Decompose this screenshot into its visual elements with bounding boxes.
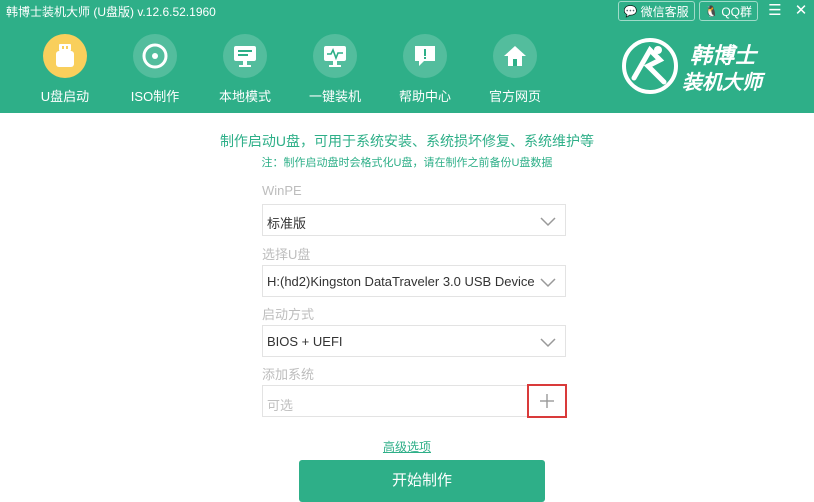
disc-icon bbox=[133, 34, 177, 78]
add-system-placeholder: 可选 bbox=[267, 398, 294, 413]
boot-mode-select[interactable]: BIOS + UEFI bbox=[262, 325, 566, 357]
monitor-icon bbox=[223, 34, 267, 78]
nav-label-local: 本地模式 bbox=[218, 89, 271, 104]
usb-label: 选择U盘 bbox=[262, 247, 311, 262]
add-system-label: 添加系统 bbox=[262, 367, 315, 382]
winpe-value: 标准版 bbox=[267, 216, 307, 231]
wechat-icon: 💬 bbox=[623, 5, 638, 18]
wechat-service-button[interactable]: 💬 微信客服 bbox=[617, 1, 695, 21]
chevron-down-icon bbox=[540, 338, 556, 348]
menu-icon[interactable]: ☰ bbox=[762, 0, 788, 22]
nav-item-help[interactable]: 帮助中心 bbox=[380, 34, 470, 105]
qq-icon: 🐧 bbox=[704, 5, 719, 18]
nav-label-website: 官方网页 bbox=[488, 89, 541, 104]
nav-item-one-click[interactable]: 一键装机 bbox=[290, 34, 380, 105]
plus-icon bbox=[540, 394, 554, 408]
nav-item-website[interactable]: 官方网页 bbox=[470, 34, 560, 105]
wechat-service-label: 微信客服 bbox=[640, 4, 689, 19]
app-title: 韩博士装机大师 (U盘版) v.12.6.52.1960 bbox=[6, 5, 216, 19]
usb-value: H:(hd2)Kingston DataTraveler 3.0 USB Dev… bbox=[267, 274, 537, 289]
nav-item-iso[interactable]: ISO制作 bbox=[110, 34, 200, 105]
format-warning: 注：制作启动盘时会格式化U盘，请在制作之前备份U盘数据 bbox=[261, 157, 553, 169]
boot-mode-value: BIOS + UEFI bbox=[267, 334, 343, 349]
chevron-down-icon bbox=[540, 217, 556, 227]
winpe-label: WinPE bbox=[262, 183, 302, 198]
title-bar: 韩博士装机大师 (U盘版) v.12.6.52.1960 💬 微信客服 🐧 QQ… bbox=[0, 0, 814, 22]
home-icon bbox=[493, 34, 537, 78]
usb-select[interactable]: H:(hd2)Kingston DataTraveler 3.0 USB Dev… bbox=[262, 265, 566, 297]
brand-logo: 韩博士 装机大师 bbox=[620, 36, 790, 96]
main-nav: U盘启动 ISO制作 本地模式 一键装机 帮助中心 官方网页 bbox=[20, 34, 560, 105]
nav-label-iso: ISO制作 bbox=[130, 89, 180, 104]
add-system-field[interactable]: 可选 bbox=[262, 384, 567, 418]
nav-item-usb-boot[interactable]: U盘启动 bbox=[20, 34, 110, 105]
nav-label-help: 帮助中心 bbox=[398, 89, 451, 104]
app-header: 韩博士装机大师 (U盘版) v.12.6.52.1960 💬 微信客服 🐧 QQ… bbox=[0, 0, 814, 113]
usb-drive-icon bbox=[43, 34, 87, 78]
close-icon[interactable]: ✕ bbox=[788, 0, 814, 22]
start-button[interactable]: 开始制作 bbox=[299, 460, 545, 502]
add-system-button[interactable] bbox=[527, 384, 567, 418]
qq-group-button[interactable]: 🐧 QQ群 bbox=[698, 1, 758, 21]
nav-label-one-click: 一键装机 bbox=[308, 89, 361, 104]
winpe-select[interactable]: 标准版 bbox=[262, 204, 566, 236]
nav-label-usb-boot: U盘启动 bbox=[40, 89, 90, 104]
page-headline: 制作启动U盘，可用于系统安装、系统损坏修复、系统维护等 bbox=[219, 133, 595, 149]
qq-group-label: QQ群 bbox=[721, 4, 752, 19]
chevron-down-icon bbox=[540, 278, 556, 288]
brand-mark-icon bbox=[622, 38, 678, 94]
brand-subtitle: 装机大师 bbox=[682, 72, 762, 94]
help-chat-icon bbox=[403, 34, 447, 78]
boot-mode-label: 启动方式 bbox=[262, 307, 315, 322]
main-panel: 制作启动U盘，可用于系统安装、系统损坏修复、系统维护等 注：制作启动盘时会格式化… bbox=[0, 113, 814, 502]
pulse-monitor-icon bbox=[313, 34, 357, 78]
nav-item-local[interactable]: 本地模式 bbox=[200, 34, 290, 105]
advanced-options-link[interactable]: 高级选项 bbox=[0, 438, 814, 455]
